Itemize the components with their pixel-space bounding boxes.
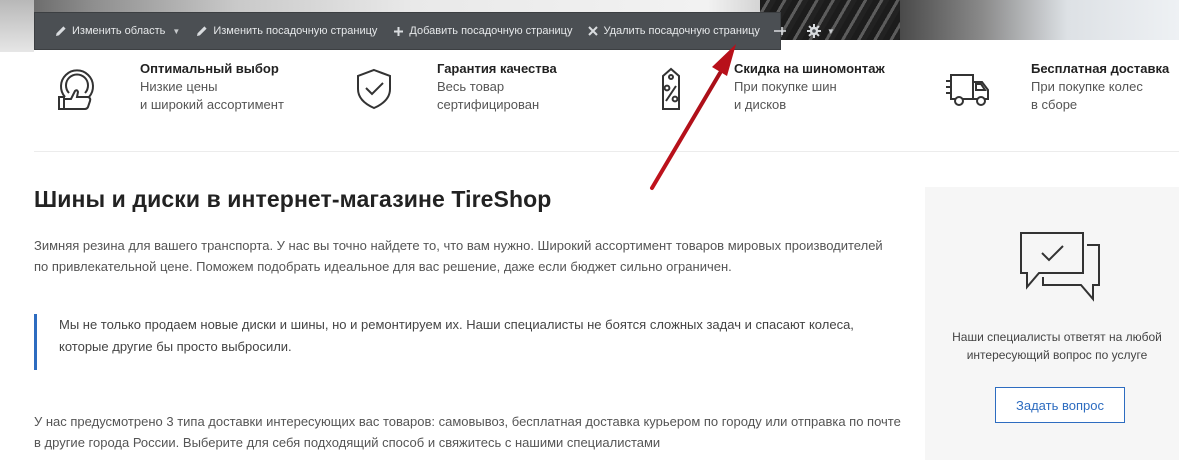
delete-landing-page-button[interactable]: Удалить посадочную страницу [580, 13, 767, 49]
edit-landing-page-label: Изменить посадочную страницу [213, 25, 378, 37]
feature-subtitle: При покупке колес в сборе [1031, 79, 1143, 112]
thumbs-up-icon [48, 60, 106, 118]
pin-icon [773, 27, 786, 35]
feature-quality-guarantee: Гарантия качества Весь товар сертифициро… [345, 60, 557, 118]
pencil-icon [56, 26, 66, 36]
page-title: Шины и диски в интернет-магазине TireSho… [34, 186, 552, 212]
add-landing-page-button[interactable]: Добавить посадочную страницу [385, 13, 580, 49]
plus-icon [394, 26, 404, 36]
discount-tag-icon [642, 60, 700, 118]
settings-button[interactable]: ▼ [801, 13, 841, 49]
pin-button[interactable] [768, 13, 793, 49]
chat-bubbles-icon [1017, 229, 1103, 310]
hero-banner-left [0, 0, 34, 52]
edit-area-button[interactable]: Изменить область ▼ [47, 13, 188, 49]
pencil-icon [197, 26, 207, 36]
shield-check-icon [345, 60, 403, 118]
ask-question-button[interactable]: Задать вопрос [995, 387, 1125, 423]
ask-question-card: Наши специалисты ответят на любой интере… [925, 187, 1179, 460]
feature-free-delivery: Бесплатная доставка При покупке колес в … [939, 60, 1169, 118]
feature-title: Оптимальный выбор [140, 61, 279, 76]
hero-banner-right [900, 0, 1179, 40]
admin-toolbar: Изменить область ▼ Изменить посадочную с… [34, 12, 835, 50]
edit-area-label: Изменить область [72, 25, 166, 37]
edit-landing-page-button[interactable]: Изменить посадочную страницу [188, 13, 385, 49]
delete-landing-page-label: Удалить посадочную страницу [603, 25, 760, 37]
feature-title: Гарантия качества [437, 61, 557, 76]
feature-optimal-choice: Оптимальный выбор Низкие цены и широкий … [48, 60, 284, 118]
features-row: Оптимальный выбор Низкие цены и широкий … [34, 60, 1179, 152]
gear-icon [806, 24, 821, 38]
delivery-paragraph: У нас предусмотрено 3 типа доставки инте… [34, 414, 901, 450]
feature-title: Бесплатная доставка [1031, 61, 1170, 76]
chevron-down-icon[interactable]: ▼ [827, 27, 835, 36]
feature-title: Скидка на шиномонтаж [734, 61, 885, 76]
cross-icon [588, 26, 599, 36]
add-landing-page-label: Добавить посадочную страницу [409, 25, 573, 37]
feature-subtitle: Низкие цены и широкий ассортимент [140, 79, 284, 112]
feature-subtitle: Весь товар сертифицирован [437, 79, 540, 112]
card-description: Наши специалисты ответят на любой интере… [952, 330, 1162, 362]
feature-subtitle: При покупке шин и дисков [734, 79, 837, 112]
highlight-quote: Мы не только продаем новые диски и шины,… [34, 314, 894, 370]
intro-paragraph: Зимняя резина для вашего транспорта. У н… [34, 238, 883, 274]
feature-tire-fitting-discount: Скидка на шиномонтаж При покупке шин и д… [642, 60, 885, 118]
chevron-down-icon[interactable]: ▼ [172, 27, 180, 36]
truck-icon [939, 60, 997, 118]
